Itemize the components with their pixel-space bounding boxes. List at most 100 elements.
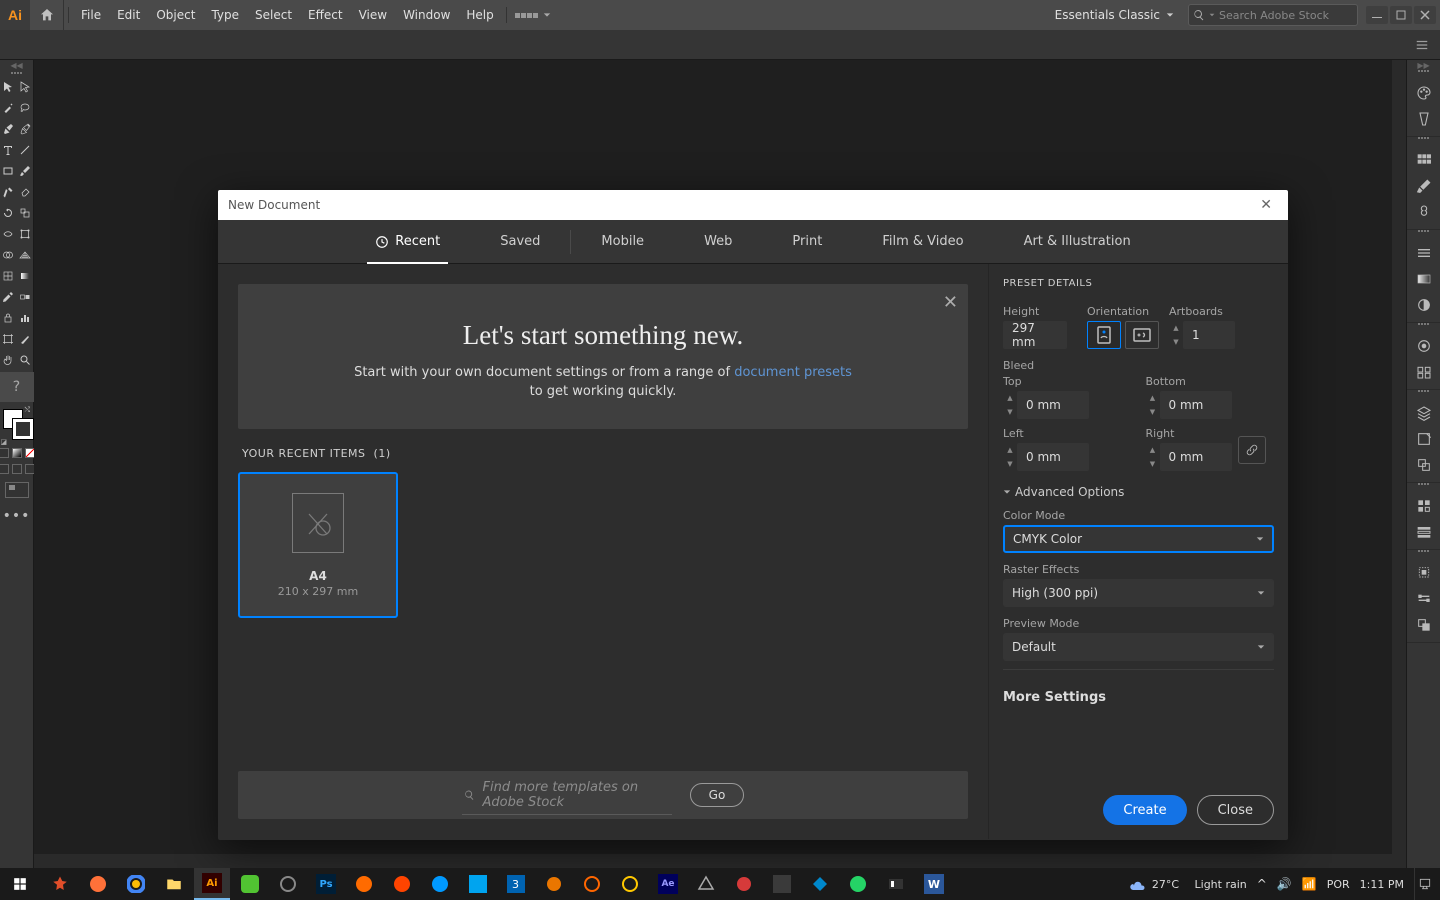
screen-mode-icon[interactable] xyxy=(5,482,29,498)
app-icon[interactable]: 3 xyxy=(498,868,534,900)
recent-preset-a4[interactable]: A4 210 x 297 mm xyxy=(238,472,398,618)
app-icon[interactable] xyxy=(802,868,838,900)
close-button[interactable]: Close xyxy=(1197,795,1274,825)
app-icon[interactable] xyxy=(118,868,154,900)
gradient-tool[interactable] xyxy=(17,265,34,286)
width-tool[interactable] xyxy=(0,223,17,244)
banner-close-icon[interactable]: ✕ xyxy=(943,292,958,313)
file-explorer-icon[interactable] xyxy=(156,868,192,900)
swap-fill-stroke-icon[interactable]: ⤭ xyxy=(25,406,33,414)
tab-saved[interactable]: Saved xyxy=(470,220,570,264)
app-icon[interactable] xyxy=(574,868,610,900)
zoom-tool[interactable] xyxy=(17,349,34,370)
app-icon[interactable] xyxy=(764,868,800,900)
tab-print[interactable]: Print xyxy=(762,220,852,264)
clock[interactable]: 1:11 PM xyxy=(1360,878,1404,891)
fill-stroke-swatch[interactable]: ⤭ ◪ xyxy=(0,406,34,446)
go-button[interactable]: Go xyxy=(690,783,745,807)
symbols-panel-icon[interactable] xyxy=(1407,199,1440,225)
graphic-styles-panel-icon[interactable] xyxy=(1407,359,1440,385)
color-panel-icon[interactable] xyxy=(1407,80,1440,106)
draw-inside[interactable] xyxy=(25,464,35,474)
rotate-tool[interactable] xyxy=(0,202,17,223)
more-settings-button[interactable]: More Settings xyxy=(1003,690,1274,705)
blender-icon[interactable] xyxy=(536,868,572,900)
eyedropper-tool[interactable] xyxy=(0,286,17,307)
after-effects-icon[interactable]: Ae xyxy=(650,868,686,900)
pathfinder-panel-icon[interactable] xyxy=(1407,612,1440,638)
illustrator-icon[interactable]: Ai xyxy=(194,868,230,900)
raster-effects-select[interactable]: High (300 ppi) xyxy=(1003,579,1274,607)
free-transform-tool[interactable] xyxy=(17,223,34,244)
app-icon[interactable] xyxy=(232,868,268,900)
stock-search[interactable]: Search Adobe Stock xyxy=(1188,4,1358,26)
tab-recent[interactable]: Recent xyxy=(345,220,470,264)
bleed-top-input[interactable]: 0 mm xyxy=(1017,391,1089,419)
magic-wand-tool[interactable] xyxy=(0,97,17,118)
app-icon[interactable] xyxy=(42,868,78,900)
color-mode-solid[interactable] xyxy=(0,448,9,458)
height-input[interactable]: 297 mm xyxy=(1003,321,1067,349)
gradient-panel-icon[interactable] xyxy=(1407,266,1440,292)
brushes-panel-icon[interactable] xyxy=(1407,173,1440,199)
start-button[interactable] xyxy=(0,868,40,900)
pen-tool[interactable] xyxy=(0,118,17,139)
hand-tool[interactable] xyxy=(0,349,17,370)
list-icon[interactable] xyxy=(1408,33,1436,57)
color-guide-panel-icon[interactable] xyxy=(1407,106,1440,132)
color-mode-none[interactable] xyxy=(25,448,35,458)
tray-chevron-icon[interactable]: ^ xyxy=(1257,877,1267,891)
weather-widget[interactable]: 27°C Light rain xyxy=(1128,875,1247,893)
unknown-tool[interactable]: ? xyxy=(0,372,34,402)
artboards-stepper[interactable]: ▲▼ xyxy=(1169,321,1183,349)
workspace-switcher[interactable]: Essentials Classic xyxy=(1045,8,1184,22)
app-icon[interactable] xyxy=(384,868,420,900)
draw-normal[interactable] xyxy=(0,464,9,474)
photoshop-icon[interactable]: Ps xyxy=(308,868,344,900)
select-menu[interactable]: Select xyxy=(247,0,300,30)
layers-panel-icon[interactable] xyxy=(1407,400,1440,426)
effect-menu[interactable]: Effect xyxy=(300,0,351,30)
lasso-tool[interactable] xyxy=(17,97,34,118)
help-menu[interactable]: Help xyxy=(458,0,501,30)
tab-art-illustration[interactable]: Art & Illustration xyxy=(994,220,1161,264)
blend-tool[interactable] xyxy=(17,286,34,307)
app-icon[interactable] xyxy=(460,868,496,900)
object-menu[interactable]: Object xyxy=(148,0,203,30)
arrange-docs-icon[interactable] xyxy=(515,5,539,25)
stroke-panel-icon[interactable] xyxy=(1407,240,1440,266)
line-segment-tool[interactable] xyxy=(17,139,34,160)
transparency-panel-icon[interactable] xyxy=(1407,292,1440,318)
transform-panel-icon[interactable] xyxy=(1407,586,1440,612)
app-icon[interactable] xyxy=(80,868,116,900)
perspective-grid-tool[interactable] xyxy=(17,244,34,265)
advanced-options-toggle[interactable]: Advanced Options xyxy=(1003,485,1274,499)
bleed-left-input[interactable]: 0 mm xyxy=(1017,443,1089,471)
collapse-handle[interactable]: ◀◀ xyxy=(0,60,33,70)
draw-behind[interactable] xyxy=(12,464,22,474)
default-fill-stroke-icon[interactable]: ◪ xyxy=(1,438,9,446)
appearance-panel-icon[interactable] xyxy=(1407,333,1440,359)
asset-export-panel-icon[interactable] xyxy=(1407,426,1440,452)
curvature-tool[interactable] xyxy=(17,118,34,139)
eraser-tool[interactable] xyxy=(17,181,34,202)
tab-film-video[interactable]: Film & Video xyxy=(852,220,993,264)
edit-menu[interactable]: Edit xyxy=(109,0,148,30)
type-menu[interactable]: Type xyxy=(203,0,247,30)
app-icon[interactable] xyxy=(612,868,648,900)
word-icon[interactable]: W xyxy=(916,868,952,900)
symbol-sprayer-tool[interactable] xyxy=(0,307,17,328)
app-icon[interactable] xyxy=(346,868,382,900)
app-icon[interactable] xyxy=(422,868,458,900)
maximize-button[interactable] xyxy=(1390,6,1412,24)
app-icon[interactable] xyxy=(726,868,762,900)
network-icon[interactable]: 📶 xyxy=(1302,877,1317,891)
window-menu[interactable]: Window xyxy=(395,0,458,30)
app-icon[interactable] xyxy=(878,868,914,900)
home-icon[interactable] xyxy=(30,0,64,30)
app-icon[interactable] xyxy=(688,868,724,900)
dialog-close-button[interactable]: ✕ xyxy=(1254,195,1278,215)
create-button[interactable]: Create xyxy=(1103,795,1186,825)
rectangle-tool[interactable] xyxy=(0,160,17,181)
link-bleed-icon[interactable] xyxy=(1238,436,1266,464)
